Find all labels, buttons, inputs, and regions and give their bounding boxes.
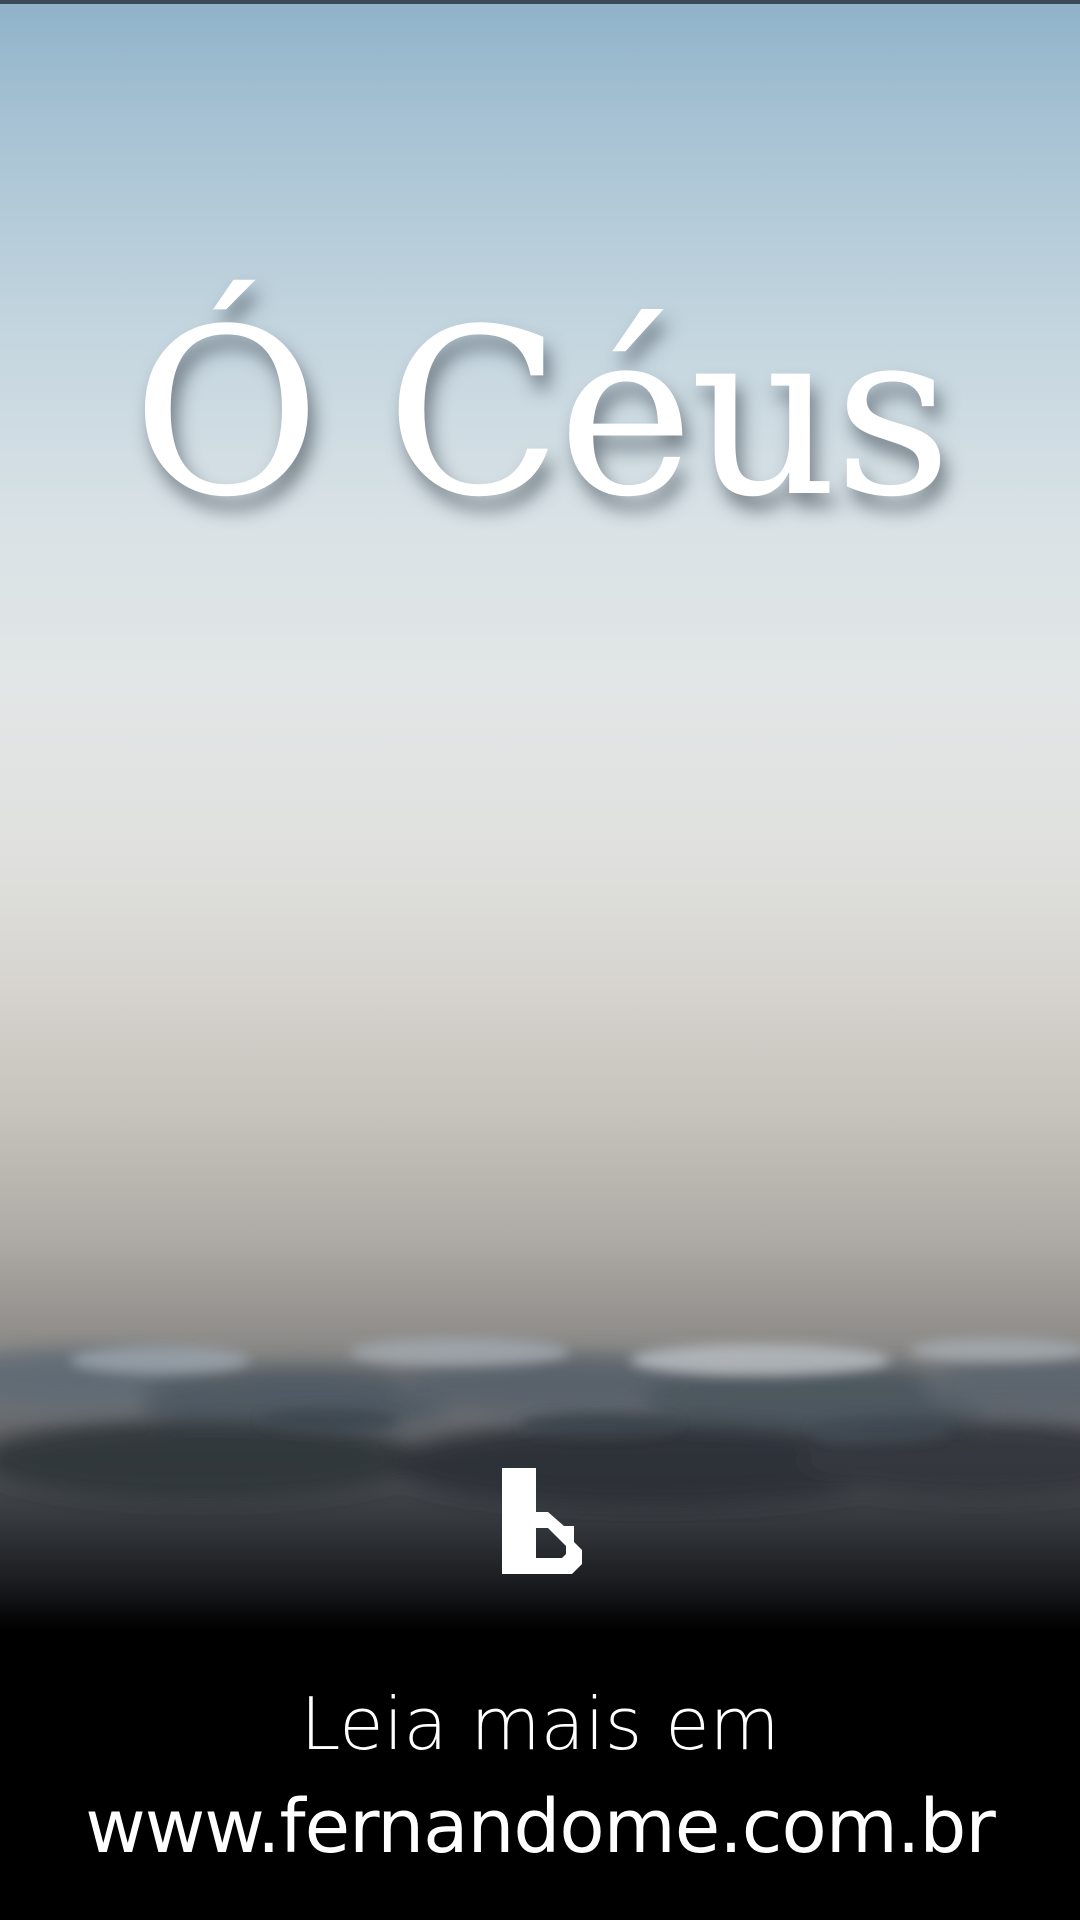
poster: Ó Céus Leia mais em www.fernandome.com.b… xyxy=(0,0,1080,1920)
footer-read-more-text: Leia mais em xyxy=(300,1682,780,1766)
footer-website-link[interactable]: www.fernandome.com.br xyxy=(0,1790,1080,1864)
footer-bar xyxy=(0,1630,1080,1920)
poster-title: Ó Céus xyxy=(132,281,952,548)
bible-b-logo-icon xyxy=(502,1468,582,1574)
top-edge-line xyxy=(0,0,1080,4)
